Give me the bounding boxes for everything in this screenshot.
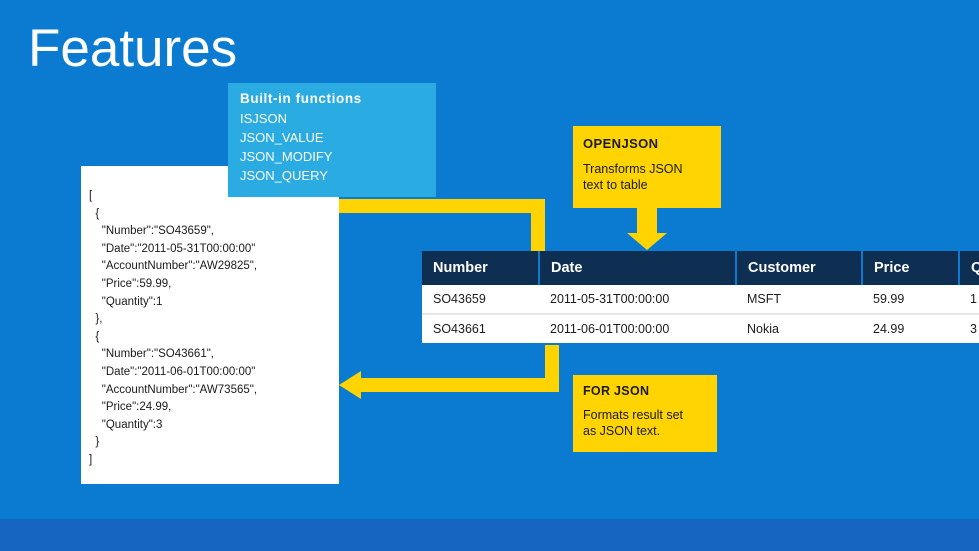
result-table: Number Date Customer Price Quantity SO43… — [422, 251, 979, 343]
json-code-text: [ { "Number":"SO43659", "Date":"2011-05-… — [89, 190, 258, 466]
arrow-json-to-table-horizontal — [339, 199, 545, 213]
cell-customer: MSFT — [736, 285, 862, 315]
callout-built-in-functions: Built-in functions ISJSON JSON_VALUE JSO… — [228, 83, 436, 197]
arrow-openjson-stem — [637, 208, 657, 234]
cell-number: SO43659 — [422, 285, 539, 315]
cell-quantity: 3 — [959, 314, 979, 343]
slide-bottom-band — [0, 519, 979, 551]
table-header-date: Date — [539, 251, 737, 285]
table-header-quantity: Quantity — [959, 251, 979, 285]
callout-for-json: FOR JSON Formats result set as JSON text… — [573, 375, 717, 452]
cell-date: 2011-06-01T00:00:00 — [539, 314, 736, 343]
cell-quantity: 1 — [959, 285, 979, 315]
callout-openjson-body-line1: Transforms JSON — [583, 162, 683, 176]
callout-built-in-heading: Built-in functions — [240, 91, 362, 106]
result-table-container: Number Date Customer Price Quantity SO43… — [422, 251, 979, 343]
callout-built-in-item-json-query: JSON_QUERY — [240, 168, 328, 183]
arrow-table-to-json-horizontal — [360, 378, 559, 392]
json-text-card: [ { "Number":"SO43659", "Date":"2011-05-… — [81, 166, 339, 484]
slide-canvas: Features [ { "Number":"SO43659", "Date":… — [0, 0, 979, 551]
callout-built-in-item-json-modify: JSON_MODIFY — [240, 149, 333, 164]
page-title: Features — [28, 19, 238, 78]
callout-for-json-heading: FOR JSON — [583, 384, 650, 398]
cell-price: 24.99 — [862, 314, 959, 343]
callout-openjson-heading: OPENJSON — [583, 136, 659, 151]
table-header-row: Number Date Customer Price Quantity — [422, 251, 979, 285]
table-header-number: Number — [422, 251, 540, 285]
callout-openjson: OPENJSON Transforms JSON text to table — [573, 126, 721, 208]
callout-openjson-body-line2: text to table — [583, 178, 648, 192]
cell-number: SO43661 — [422, 314, 539, 343]
callout-built-in-item-json-value: JSON_VALUE — [240, 130, 324, 145]
table-header-price: Price — [862, 251, 960, 285]
table-row: SO43661 2011-06-01T00:00:00 Nokia 24.99 … — [422, 314, 979, 343]
cell-price: 59.99 — [862, 285, 959, 315]
arrow-openjson-head-icon — [627, 233, 667, 250]
callout-for-json-body-line1: Formats result set — [583, 408, 684, 422]
table-row: SO43659 2011-05-31T00:00:00 MSFT 59.99 1 — [422, 285, 979, 315]
cell-customer: Nokia — [736, 314, 862, 343]
arrow-table-to-json-head-icon — [339, 371, 361, 399]
callout-for-json-body-line2: as JSON text. — [583, 424, 661, 438]
table-header-customer: Customer — [736, 251, 863, 285]
callout-built-in-item-isjson: ISJSON — [240, 111, 287, 126]
cell-date: 2011-05-31T00:00:00 — [539, 285, 736, 315]
